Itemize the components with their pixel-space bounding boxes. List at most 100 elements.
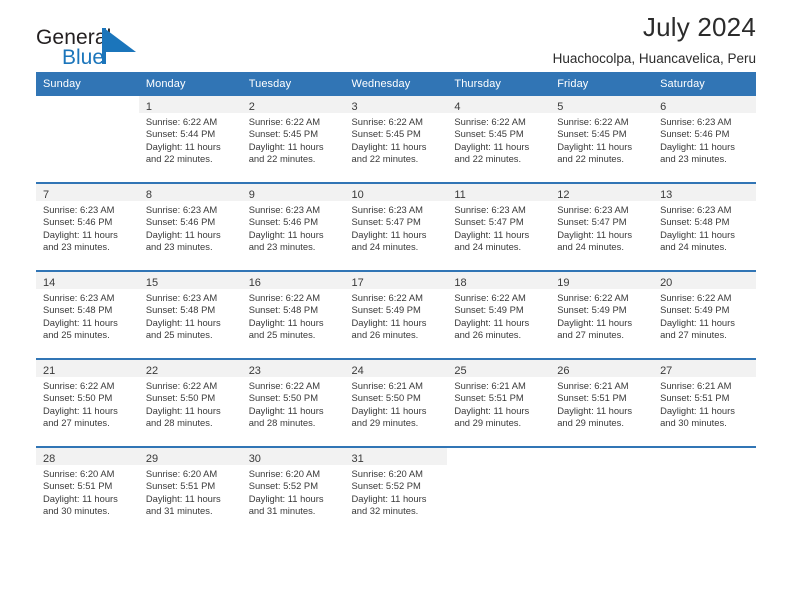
calendar-day-cell[interactable]: 7 Sunrise: 6:23 AM Sunset: 5:46 PM Daylight… — [36, 182, 139, 271]
empty-placeholder — [447, 448, 550, 534]
day-cell-inner: 5 Sunrise: 6:22 AM Sunset: 5:45 PM Daylight… — [550, 96, 654, 182]
day-info: Sunrise: 6:22 AM Sunset: 5:48 PM Daylight:… — [242, 289, 345, 342]
sunset-text: Sunset: 5:45 PM — [248, 128, 318, 140]
sunset-text: Sunset: 5:46 PM — [248, 216, 318, 228]
calendar-day-cell[interactable]: 3 Sunrise: 6:22 AM Sunset: 5:45 PM Daylight… — [344, 96, 448, 183]
calendar-day-cell[interactable]: 20 Sunrise: 6:22 AM Sunset: 5:49 PM Dayligh… — [653, 270, 756, 359]
day-cell-inner: 31 Sunrise: 6:20 AM Sunset: 5:52 PM Dayligh… — [344, 448, 448, 534]
day-number: 5 — [557, 101, 564, 113]
calendar-day-cell[interactable]: 14 Sunrise: 6:23 AM Sunset: 5:48 PM Dayligh… — [36, 270, 139, 359]
day-number: 11 — [454, 189, 466, 201]
calendar-day-cell[interactable]: 16 Sunrise: 6:22 AM Sunset: 5:48 PM Dayligh… — [241, 270, 345, 359]
sunset-text: Sunset: 5:44 PM — [145, 128, 216, 140]
calendar-day-cell[interactable]: 15 Sunrise: 6:23 AM Sunset: 5:48 PM Dayligh… — [138, 270, 242, 359]
sunrise-text: Sunrise: 6:22 AM — [145, 116, 218, 127]
calendar-day-cell[interactable]: 5 Sunrise: 6:22 AM Sunset: 5:45 PM Daylight… — [550, 96, 654, 183]
daylight-text-line1: Daylight: 11 hours — [248, 492, 324, 504]
day-cell-inner: 13 Sunrise: 6:23 AM Sunset: 5:48 PM Dayligh… — [653, 184, 756, 270]
day-number-band: 4 — [447, 96, 551, 113]
day-number: 17 — [351, 277, 364, 289]
daylight-text-line2: and 23 minutes. — [145, 241, 213, 253]
calendar-day-cell[interactable]: 19 Sunrise: 6:22 AM Sunset: 5:49 PM Dayligh… — [550, 270, 654, 359]
day-cell-inner: 8 Sunrise: 6:23 AM Sunset: 5:46 PM Daylight… — [138, 184, 242, 270]
day-number-band: 29 — [138, 448, 242, 465]
calendar-day-cell[interactable]: 23 Sunrise: 6:22 AM Sunset: 5:50 PM Dayligh… — [241, 358, 345, 447]
day-cell-inner: 18 Sunrise: 6:22 AM Sunset: 5:49 PM Dayligh… — [447, 272, 551, 358]
daylight-text-line1: Daylight: 11 hours — [454, 404, 530, 416]
day-number: 22 — [145, 365, 159, 377]
day-number-band: 2 — [241, 96, 345, 113]
sunrise-text: Sunrise: 6:22 AM — [557, 292, 629, 303]
day-number: 3 — [351, 101, 358, 113]
calendar-day-cell[interactable]: 25 Sunrise: 6:21 AM Sunset: 5:51 PM Dayligh… — [447, 358, 551, 447]
day-number-band: 22 — [138, 360, 242, 377]
calendar-day-cell[interactable]: 10 Sunrise: 6:23 AM Sunset: 5:47 PM Dayligh… — [344, 182, 448, 271]
daylight-text-line2: and 29 minutes. — [557, 417, 624, 429]
day-number: 29 — [145, 453, 159, 465]
sunrise-text: Sunrise: 6:20 AM — [351, 468, 423, 479]
calendar-day-cell[interactable]: 4 Sunrise: 6:22 AM Sunset: 5:45 PM Daylight… — [447, 96, 551, 183]
daylight-text-line1: Daylight: 11 hours — [454, 228, 530, 240]
sunrise-text: Sunrise: 6:22 AM — [351, 292, 423, 303]
calendar-day-cell[interactable]: 18 Sunrise: 6:22 AM Sunset: 5:49 PM Dayligh… — [447, 270, 551, 359]
day-info: Sunrise: 6:23 AM Sunset: 5:46 PM Daylight:… — [36, 201, 139, 254]
daylight-text-line1: Daylight: 11 hours — [351, 404, 427, 416]
calendar-day-cell[interactable]: 13 Sunrise: 6:23 AM Sunset: 5:48 PM Dayligh… — [653, 182, 756, 271]
weekday-header-thursday: Thursday — [447, 72, 551, 96]
sunrise-text: Sunrise: 6:23 AM — [145, 204, 218, 215]
calendar-day-cell[interactable]: 17 Sunrise: 6:22 AM Sunset: 5:49 PM Dayligh… — [344, 270, 448, 359]
calendar-day-cell[interactable]: 31 Sunrise: 6:20 AM Sunset: 5:52 PM Dayligh… — [344, 446, 448, 534]
day-number: 19 — [557, 277, 570, 289]
calendar-day-cell[interactable]: 26 Sunrise: 6:21 AM Sunset: 5:51 PM Dayligh… — [550, 358, 654, 447]
daylight-text-line1: Daylight: 11 hours — [557, 228, 633, 240]
day-info: Sunrise: 6:21 AM Sunset: 5:50 PM Daylight:… — [345, 377, 448, 430]
calendar-day-cell[interactable]: 9 Sunrise: 6:23 AM Sunset: 5:46 PM Daylight… — [241, 182, 345, 271]
day-number-band: 21 — [36, 360, 139, 377]
calendar-day-cell[interactable]: 27 Sunrise: 6:21 AM Sunset: 5:51 PM Dayligh… — [653, 358, 756, 447]
day-number: 4 — [454, 101, 461, 113]
sunrise-text: Sunrise: 6:22 AM — [248, 292, 321, 303]
calendar-day-cell[interactable]: 6 Sunrise: 6:23 AM Sunset: 5:46 PM Daylight… — [653, 96, 756, 183]
calendar-day-cell[interactable]: 24 Sunrise: 6:21 AM Sunset: 5:50 PM Dayligh… — [344, 358, 448, 447]
calendar-day-cell[interactable]: 28 Sunrise: 6:20 AM Sunset: 5:51 PM Dayligh… — [36, 446, 139, 534]
calendar-day-cell[interactable]: 12 Sunrise: 6:23 AM Sunset: 5:47 PM Dayligh… — [550, 182, 654, 271]
general-blue-logo[interactable]: General Blue — [36, 26, 256, 78]
daylight-text-line1: Daylight: 11 hours — [145, 404, 221, 416]
calendar-page: General Blue July 2024 Huachocolpa, Huan… — [0, 0, 792, 612]
calendar-week-row: 21 Sunrise: 6:22 AM Sunset: 5:50 PM Dayligh… — [36, 358, 756, 447]
calendar-day-cell[interactable]: 21 Sunrise: 6:22 AM Sunset: 5:50 PM Dayligh… — [36, 358, 139, 447]
day-cell-inner: 25 Sunrise: 6:21 AM Sunset: 5:51 PM Dayligh… — [447, 360, 551, 446]
day-info: Sunrise: 6:21 AM Sunset: 5:51 PM Daylight:… — [447, 377, 550, 430]
daylight-text-line1: Daylight: 11 hours — [660, 404, 735, 416]
sunset-text: Sunset: 5:49 PM — [454, 304, 524, 316]
day-info: Sunrise: 6:22 AM Sunset: 5:49 PM Daylight:… — [447, 289, 550, 342]
sunrise-text: Sunrise: 6:22 AM — [557, 116, 629, 127]
calendar-cell-empty — [36, 96, 139, 183]
daylight-text-line1: Daylight: 11 hours — [660, 316, 735, 328]
sunrise-text: Sunrise: 6:23 AM — [145, 292, 218, 303]
day-info: Sunrise: 6:22 AM Sunset: 5:49 PM Daylight:… — [550, 289, 653, 342]
daylight-text-line2: and 22 minutes. — [248, 153, 316, 165]
calendar-day-cell[interactable]: 29 Sunrise: 6:20 AM Sunset: 5:51 PM Dayligh… — [138, 446, 242, 534]
calendar-day-cell[interactable]: 8 Sunrise: 6:23 AM Sunset: 5:46 PM Daylight… — [138, 182, 242, 271]
day-info: Sunrise: 6:23 AM Sunset: 5:48 PM Daylight:… — [139, 289, 242, 342]
sunset-text: Sunset: 5:47 PM — [557, 216, 627, 228]
sunset-text: Sunset: 5:51 PM — [557, 392, 627, 404]
calendar-day-cell[interactable]: 30 Sunrise: 6:20 AM Sunset: 5:52 PM Dayligh… — [241, 446, 345, 534]
day-number-band: 13 — [653, 184, 756, 201]
calendar-day-cell[interactable]: 1 Sunrise: 6:22 AM Sunset: 5:44 PM Daylight… — [138, 96, 242, 183]
calendar-day-cell[interactable]: 22 Sunrise: 6:22 AM Sunset: 5:50 PM Dayligh… — [138, 358, 242, 447]
day-number-band: 18 — [447, 272, 551, 289]
day-info: Sunrise: 6:23 AM Sunset: 5:46 PM Daylight:… — [653, 113, 756, 166]
sunrise-text: Sunrise: 6:22 AM — [351, 116, 423, 127]
calendar-grid: Sunday Monday Tuesday Wednesday Thursday… — [36, 72, 756, 534]
day-info: Sunrise: 6:22 AM Sunset: 5:45 PM Daylight:… — [447, 113, 550, 166]
day-number: 30 — [248, 453, 261, 465]
daylight-text-line1: Daylight: 11 hours — [43, 404, 118, 416]
sunrise-text: Sunrise: 6:22 AM — [660, 292, 732, 303]
sunset-text: Sunset: 5:45 PM — [351, 128, 421, 140]
day-number-band: 30 — [241, 448, 345, 465]
daylight-text-line2: and 27 minutes. — [43, 417, 110, 429]
calendar-day-cell[interactable]: 2 Sunrise: 6:22 AM Sunset: 5:45 PM Daylight… — [241, 96, 345, 183]
calendar-day-cell[interactable]: 11 Sunrise: 6:23 AM Sunset: 5:47 PM Dayligh… — [447, 182, 551, 271]
